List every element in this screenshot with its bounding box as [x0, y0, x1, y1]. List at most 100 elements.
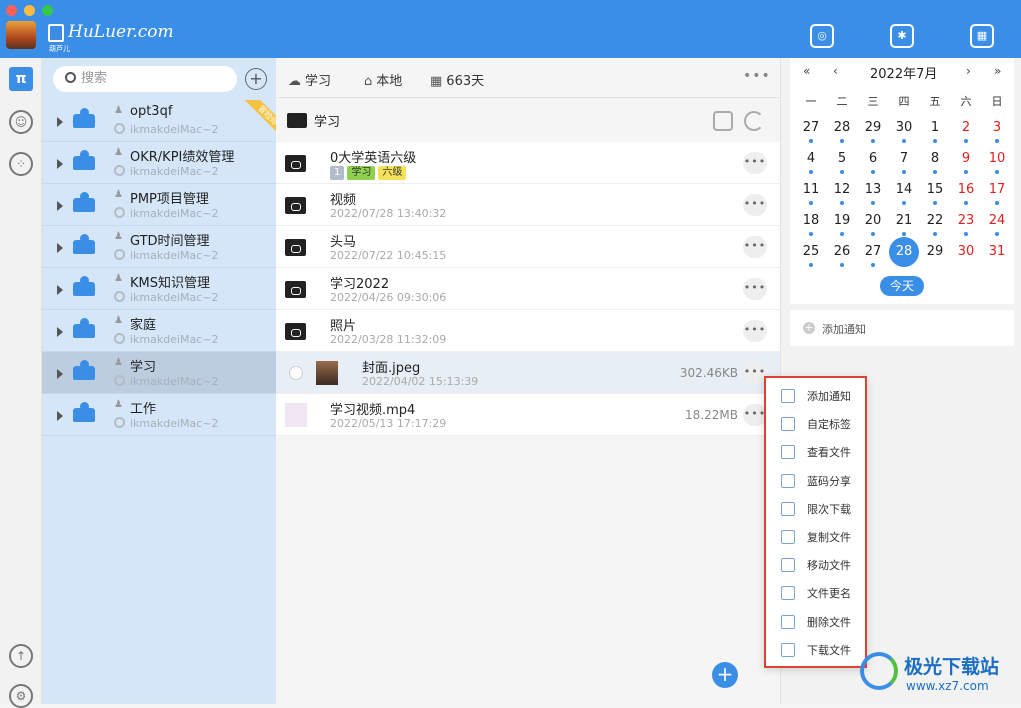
context-menu-item[interactable]: 自定标签	[766, 410, 865, 438]
calendar-day[interactable]: 26	[829, 239, 855, 267]
more-icon[interactable]: •••	[743, 278, 767, 300]
calendar-day[interactable]: 17	[984, 177, 1010, 205]
tree-item[interactable]: ♟ opt3qf ikmakdeiMac~2 冒险师	[42, 100, 276, 142]
maximize-window-button[interactable]	[42, 5, 53, 16]
expand-arrow-icon[interactable]	[57, 159, 63, 169]
calendar-day[interactable]: 8	[922, 146, 948, 174]
calendar-day[interactable]: 14	[891, 177, 917, 205]
minimize-window-button[interactable]	[24, 5, 35, 16]
context-menu-item[interactable]: 查看文件	[766, 438, 865, 466]
calendar-day[interactable]: 3	[984, 115, 1010, 143]
calendar-day[interactable]: 6	[860, 146, 886, 174]
file-row[interactable]: 封面.jpeg 2022/04/02 15:13:39 302.46KB •••	[276, 352, 780, 394]
more-options-icon[interactable]: •••	[743, 68, 771, 84]
expand-arrow-icon[interactable]	[57, 243, 63, 253]
switch-view-icon[interactable]	[713, 111, 733, 131]
calendar-day[interactable]: 7	[891, 146, 917, 174]
select-checkbox[interactable]	[289, 366, 303, 380]
expand-arrow-icon[interactable]	[57, 285, 63, 295]
context-menu-item[interactable]: 文件更名	[766, 579, 865, 607]
calendar-day[interactable]: 25	[798, 239, 824, 267]
calendar-day[interactable]: 28	[889, 237, 919, 267]
context-menu-item[interactable]: 移动文件	[766, 551, 865, 579]
calendar-lock-icon[interactable]: ▦	[970, 24, 994, 48]
calendar-day[interactable]: 23	[953, 208, 979, 236]
today-button[interactable]: 今天	[880, 276, 924, 296]
calendar-day[interactable]: 10	[984, 146, 1010, 174]
calendar-day[interactable]: 4	[798, 146, 824, 174]
calendar-day[interactable]: 2	[953, 115, 979, 143]
tree-item[interactable]: ♟ 学习 ikmakdeiMac~2	[42, 352, 276, 394]
search-input[interactable]: 搜索	[53, 66, 237, 92]
expand-arrow-icon[interactable]	[57, 117, 63, 127]
calendar-day[interactable]: 13	[860, 177, 886, 205]
calendar-day[interactable]: 12	[829, 177, 855, 205]
calendar-day[interactable]: 5	[829, 146, 855, 174]
file-row[interactable]: 学习视频.mp4 2022/05/13 17:17:29 18.22MB •••	[276, 394, 780, 436]
tree-item[interactable]: ♟ 家庭 ikmakdeiMac~2	[42, 310, 276, 352]
add-workspace-button[interactable]: +	[245, 68, 267, 90]
close-window-button[interactable]	[6, 5, 17, 16]
calendar-day[interactable]: 22	[922, 208, 948, 236]
calendar-day[interactable]: 11	[798, 177, 824, 205]
contacts-icon[interactable]: ☺	[9, 110, 33, 134]
home-icon[interactable]: π	[9, 67, 33, 91]
tree-item[interactable]: ♟ KMS知识管理 ikmakdeiMac~2	[42, 268, 276, 310]
add-file-button[interactable]: +	[712, 662, 738, 688]
calendar-day[interactable]: 27	[798, 115, 824, 143]
next-month-button[interactable]: ›	[966, 64, 971, 78]
file-row[interactable]: 头马 2022/07/22 10:45:15 •••	[276, 226, 780, 268]
shield-icon[interactable]: ✱	[890, 24, 914, 48]
calendar-day[interactable]: 21	[891, 208, 917, 236]
header-folder[interactable]: ☁ 学习	[288, 70, 331, 89]
next-year-button[interactable]: »	[994, 64, 1001, 78]
calendar-day[interactable]: 29	[860, 115, 886, 143]
calendar-day[interactable]: 28	[829, 115, 855, 143]
tree-item[interactable]: ♟ 工作 ikmakdeiMac~2	[42, 394, 276, 436]
calendar-day[interactable]: 16	[953, 177, 979, 205]
expand-arrow-icon[interactable]	[57, 201, 63, 211]
search-disk-icon[interactable]: ◎	[810, 24, 834, 48]
context-menu-item[interactable]: 限次下载	[766, 495, 865, 523]
calendar-day[interactable]: 30	[953, 239, 979, 265]
header-location[interactable]: ⌂ 本地	[364, 70, 402, 89]
tree-item[interactable]: ♟ GTD时间管理 ikmakdeiMac~2	[42, 226, 276, 268]
file-row[interactable]: 0大学英语六级 1 学习 六级 •••	[276, 142, 780, 184]
calendar-day[interactable]: 31	[984, 239, 1010, 265]
context-menu-label: 查看文件	[807, 446, 851, 460]
expand-arrow-icon[interactable]	[57, 411, 63, 421]
tree-item[interactable]: ♟ OKR/KPI绩效管理 ikmakdeiMac~2	[42, 142, 276, 184]
more-icon[interactable]: •••	[743, 152, 767, 174]
more-icon[interactable]: •••	[743, 320, 767, 342]
file-row[interactable]: 学习2022 2022/04/26 09:30:06 •••	[276, 268, 780, 310]
context-menu-item[interactable]: 删除文件	[766, 608, 865, 636]
calendar-day[interactable]: 20	[860, 208, 886, 236]
calendar-day[interactable]: 9	[953, 146, 979, 174]
settings-icon[interactable]: ⚙	[9, 684, 33, 708]
calendar-day[interactable]: 29	[922, 239, 948, 265]
calendar-day[interactable]: 1	[922, 115, 948, 143]
file-row[interactable]: 视频 2022/07/28 13:40:32 •••	[276, 184, 780, 226]
more-icon[interactable]: •••	[743, 194, 767, 216]
upload-cloud-icon[interactable]: ↑	[9, 644, 33, 668]
add-notification-button[interactable]: + 添加通知	[790, 310, 1014, 346]
expand-arrow-icon[interactable]	[57, 327, 63, 337]
expand-arrow-icon[interactable]	[57, 369, 63, 379]
prev-year-button[interactable]: «	[803, 64, 810, 78]
calendar-day[interactable]: 19	[829, 208, 855, 236]
context-menu-item[interactable]: 复制文件	[766, 523, 865, 551]
prev-month-button[interactable]: ‹	[833, 64, 838, 78]
calendar-day[interactable]: 18	[798, 208, 824, 236]
calendar-day[interactable]: 15	[922, 177, 948, 205]
context-menu-item[interactable]: 蓝码分享	[766, 467, 865, 495]
context-menu-item[interactable]: 添加通知	[766, 382, 865, 410]
file-row[interactable]: 照片 2022/03/28 11:32:09 •••	[276, 310, 780, 352]
context-menu-item[interactable]: 下载文件	[766, 636, 865, 664]
tree-item[interactable]: ♟ PMP项目管理 ikmakdeiMac~2	[42, 184, 276, 226]
more-icon[interactable]: •••	[743, 236, 767, 258]
apps-icon[interactable]: ⁘	[9, 152, 33, 176]
calendar-day[interactable]: 27	[860, 239, 886, 267]
refresh-icon[interactable]	[744, 111, 764, 131]
calendar-day[interactable]: 24	[984, 208, 1010, 236]
calendar-day[interactable]: 30	[891, 115, 917, 143]
